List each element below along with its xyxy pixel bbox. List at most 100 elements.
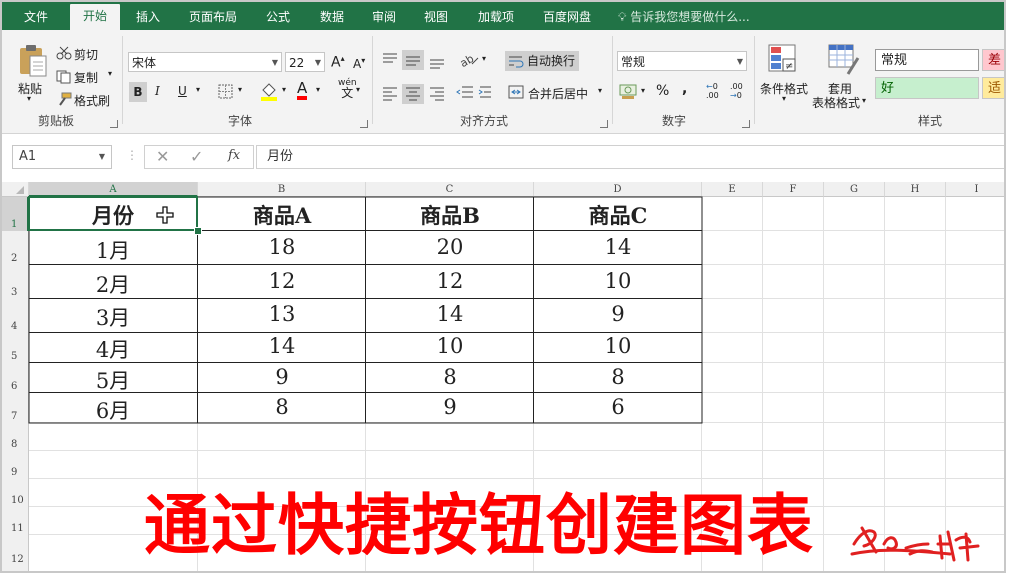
tell-me-search[interactable]: 💡︎ 告诉我您想要做什么... — [618, 8, 750, 25]
tab-baidu-netdisk[interactable]: 百度网盘 — [534, 8, 600, 30]
table-cell[interactable]: 9 — [366, 395, 534, 419]
format-as-table-bottom[interactable]: 表格格式 — [812, 94, 860, 111]
orientation-icon[interactable]: ab — [458, 52, 480, 68]
row-header-11[interactable]: 11 — [2, 507, 29, 535]
fill-color-dropdown-icon[interactable]: ▾ — [282, 85, 286, 94]
table-cell[interactable]: 9 — [198, 365, 366, 389]
fill-handle[interactable] — [194, 227, 202, 235]
table-cell[interactable]: 4月 — [29, 334, 197, 364]
style-bad[interactable]: 差 — [982, 49, 1004, 71]
format-painter-button[interactable]: 格式刷 — [74, 92, 110, 109]
accounting-dropdown-icon[interactable]: ▾ — [641, 86, 645, 95]
table-cell[interactable]: 1月 — [29, 235, 197, 265]
style-neutral[interactable]: 适 — [982, 77, 1004, 99]
number-launcher-icon[interactable] — [742, 120, 750, 128]
table-cell[interactable]: 3月 — [29, 302, 197, 332]
shrink-font-button[interactable]: A▾ — [353, 56, 365, 71]
table-cell[interactable]: 14 — [534, 235, 702, 259]
font-size-select[interactable]: 22 ▼ — [285, 52, 325, 72]
column-header-g[interactable]: G — [824, 182, 885, 197]
column-header-d[interactable]: D — [534, 182, 702, 197]
column-header-a[interactable]: A — [29, 182, 198, 197]
tab-addins[interactable]: 加载项 — [468, 8, 524, 30]
decrease-decimal-button[interactable]: .00 →0 — [730, 82, 743, 100]
check-icon[interactable]: ✓ — [190, 147, 203, 166]
italic-button[interactable]: I — [155, 84, 160, 98]
select-all-corner[interactable] — [2, 182, 29, 197]
table-cell[interactable]: 8 — [198, 395, 366, 419]
table-cell[interactable]: 6月 — [29, 395, 197, 425]
table-cell[interactable]: 5月 — [29, 365, 197, 395]
row-header-9[interactable]: 9 — [2, 451, 29, 479]
cancel-icon[interactable]: ✕ — [156, 147, 169, 166]
font-name-select[interactable]: 宋体 ▼ — [128, 52, 282, 72]
name-box[interactable]: A1 ▼ — [12, 145, 112, 169]
table-cell[interactable]: 10 — [366, 334, 534, 358]
merge-dropdown-icon[interactable]: ▾ — [598, 86, 602, 95]
tab-file[interactable]: 文件 — [14, 8, 58, 30]
percent-button[interactable]: % — [656, 83, 669, 99]
clipboard-launcher-icon[interactable] — [110, 120, 118, 128]
conditional-formatting-icon[interactable]: ≠ — [768, 44, 798, 76]
table-cell[interactable]: 18 — [198, 235, 366, 259]
column-header-h[interactable]: H — [885, 182, 946, 197]
accounting-format-icon[interactable] — [619, 82, 639, 100]
style-good[interactable]: 好 — [875, 77, 979, 99]
column-header-f[interactable]: F — [763, 182, 824, 197]
table-cell[interactable]: 13 — [198, 302, 366, 326]
format-as-table-dropdown-icon[interactable]: ▾ — [862, 96, 866, 105]
row-header-8[interactable]: 8 — [2, 423, 29, 451]
tab-formulas[interactable]: 公式 — [256, 8, 300, 30]
number-format-select[interactable]: 常规 ▼ — [617, 51, 747, 71]
font-color-dropdown-icon[interactable]: ▾ — [316, 85, 320, 94]
table-cell[interactable]: 8 — [366, 365, 534, 389]
table-cell[interactable]: 12 — [198, 269, 366, 293]
table-cell[interactable]: 8 — [534, 365, 702, 389]
alignment-launcher-icon[interactable] — [600, 120, 608, 128]
table-cell[interactable]: 12 — [366, 269, 534, 293]
horizontal-align-icons[interactable] — [380, 84, 452, 104]
table-cell[interactable]: 10 — [534, 334, 702, 358]
tab-insert[interactable]: 插入 — [126, 8, 170, 30]
increase-decimal-button[interactable]: ←0.00 — [706, 82, 719, 100]
table-cell[interactable]: 14 — [198, 334, 366, 358]
merge-center-button[interactable]: 合并后居中 — [508, 85, 588, 102]
table-cell[interactable]: 20 — [366, 235, 534, 259]
wrap-text-button[interactable]: 自动换行 — [505, 51, 580, 71]
tab-data[interactable]: 数据 — [310, 8, 354, 30]
font-launcher-icon[interactable] — [360, 120, 368, 128]
underline-dropdown-icon[interactable]: ▾ — [196, 85, 200, 94]
table-header-cell[interactable]: 商品B — [366, 200, 534, 230]
underline-button[interactable]: U — [178, 84, 187, 98]
column-header-b[interactable]: B — [198, 182, 366, 197]
row-header-7[interactable]: 7 — [2, 393, 29, 423]
phonetic-guide-button[interactable]: wén 文 — [338, 78, 357, 100]
table-header-cell[interactable]: 商品C — [534, 200, 702, 230]
formula-input[interactable]: 月份 — [256, 145, 1004, 169]
bold-button[interactable]: B — [129, 82, 147, 102]
tab-view[interactable]: 视图 — [414, 8, 458, 30]
column-header-e[interactable]: E — [702, 182, 763, 197]
row-header-5[interactable]: 5 — [2, 333, 29, 363]
row-header-6[interactable]: 6 — [2, 363, 29, 393]
table-cell[interactable]: 9 — [534, 302, 702, 326]
column-header-i[interactable]: I — [946, 182, 1004, 197]
table-header-cell[interactable]: 商品A — [198, 200, 366, 230]
phonetic-dropdown-icon[interactable]: ▾ — [356, 85, 360, 94]
tab-home[interactable]: 开始 — [70, 4, 120, 30]
cut-button[interactable]: 剪切 — [74, 46, 98, 63]
conditional-dropdown-icon[interactable]: ▾ — [782, 94, 786, 103]
row-header-4[interactable]: 4 — [2, 299, 29, 333]
borders-dropdown-icon[interactable]: ▾ — [238, 85, 242, 94]
comma-button[interactable]: , — [682, 81, 687, 97]
format-as-table-icon[interactable] — [828, 44, 860, 76]
column-header-c[interactable]: C — [366, 182, 534, 197]
insert-function-button[interactable]: fx — [228, 148, 240, 163]
vertical-align-icons[interactable] — [380, 50, 452, 70]
row-header-1[interactable]: 1 — [2, 197, 29, 231]
row-header-2[interactable]: 2 — [2, 231, 29, 265]
grow-font-button[interactable]: A▴ — [331, 54, 345, 71]
tab-page-layout[interactable]: 页面布局 — [180, 8, 246, 30]
fill-color-icon[interactable] — [260, 82, 278, 102]
copy-dropdown-icon[interactable]: ▾ — [108, 69, 112, 78]
